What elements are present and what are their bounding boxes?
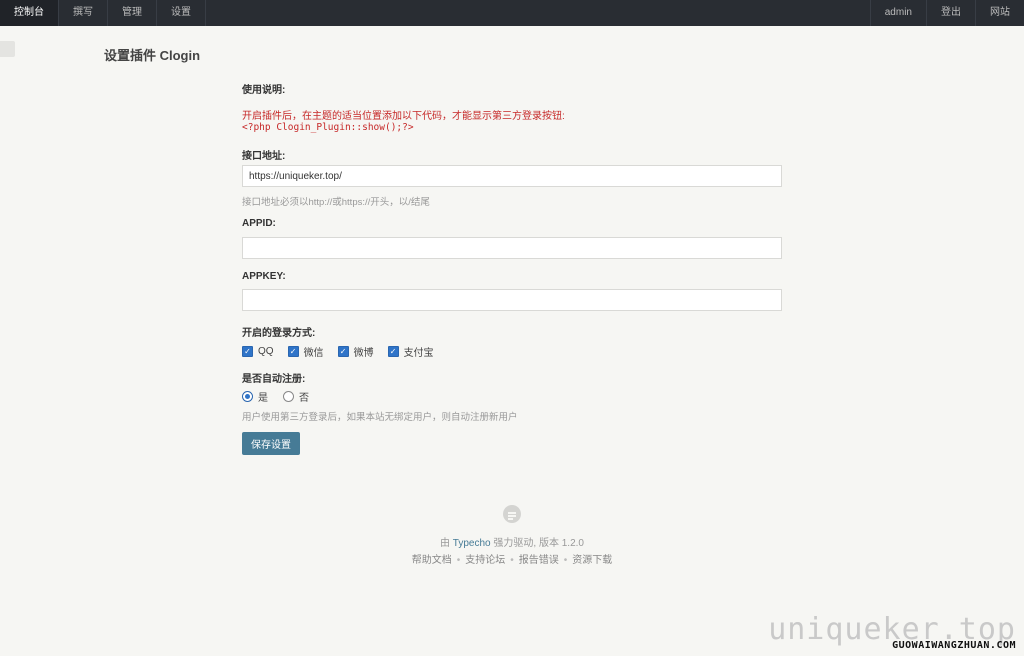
- usage-label: 使用说明:: [242, 85, 286, 96]
- watermark-subtext: GUOWAIWANGZHUAN.COM: [892, 640, 1016, 651]
- page-title: 设置插件 Clogin: [104, 48, 201, 63]
- nav-left: 控制台 撰写 管理 设置: [0, 0, 206, 26]
- radio-label: 是: [258, 392, 268, 404]
- usage-code: <?php Clogin_Plugin::show();?>: [242, 122, 414, 133]
- footer-separator: •: [456, 555, 461, 566]
- powered-prefix: 由: [440, 538, 451, 549]
- checkbox-label: 微信: [303, 347, 324, 359]
- auto-register-label: 是否自动注册:: [242, 374, 306, 385]
- auto-register-group: 是 否: [242, 389, 324, 404]
- nav-logout[interactable]: 登出: [926, 0, 975, 26]
- usage-description: 开启插件后，在主题的适当位置添加以下代码，才能显示第三方登录按钮:: [242, 111, 565, 122]
- footer-link-docs[interactable]: 帮助文档: [412, 555, 452, 566]
- nav-user-admin[interactable]: admin: [869, 0, 926, 26]
- nav-write[interactable]: 撰写: [59, 0, 108, 26]
- api-url-hint: 接口地址必须以http://或https://开头，以/结尾: [242, 197, 430, 208]
- nav-dashboard[interactable]: 控制台: [0, 0, 59, 26]
- footer-link-download[interactable]: 资源下载: [572, 555, 612, 566]
- footer-separator: •: [510, 555, 514, 566]
- nav-right: admin 登出 网站: [869, 0, 1024, 26]
- checkbox-checked-icon: ✓: [287, 345, 299, 357]
- radio-yes[interactable]: 是: [242, 389, 268, 404]
- footer-link-forum[interactable]: 支持论坛: [465, 555, 505, 566]
- nav-settings[interactable]: 设置: [157, 0, 206, 26]
- footer-powered-by: 由 Typecho 强力驱动, 版本 1.2.0: [0, 534, 1024, 549]
- top-nav-bar: 控制台 撰写 管理 设置 admin 登出 网站: [0, 0, 1024, 26]
- checkbox-checked-icon: ✓: [242, 345, 253, 357]
- checkbox-qq[interactable]: ✓ QQ: [242, 345, 274, 357]
- checkbox-weibo[interactable]: ✓ 微博: [337, 344, 374, 359]
- nav-manage[interactable]: 管理: [108, 0, 157, 26]
- login-methods-label: 开启的登录方式:: [242, 328, 316, 339]
- typecho-link[interactable]: Typecho: [453, 538, 491, 549]
- nav-website[interactable]: 网站: [975, 0, 1024, 26]
- checkbox-checked-icon: ✓: [387, 345, 399, 357]
- appkey-input[interactable]: [242, 289, 782, 311]
- footer-links: 帮助文档 • 支持论坛 • 报告错误 • 资源下载: [0, 551, 1024, 566]
- appid-label: APPID:: [242, 218, 276, 229]
- auto-register-hint: 用户使用第三方登录后，如果本站无绑定用户，则自动注册新用户: [242, 412, 518, 423]
- footer-link-report[interactable]: 报告错误: [519, 555, 559, 566]
- save-settings-button[interactable]: 保存设置: [242, 432, 300, 455]
- radio-label: 否: [299, 392, 309, 404]
- typecho-logo-icon: [503, 505, 521, 523]
- radio-unselected-icon: [283, 390, 294, 402]
- radio-no[interactable]: 否: [283, 389, 309, 404]
- footer-separator: •: [563, 555, 568, 566]
- checkbox-label: 微博: [353, 347, 374, 359]
- checkbox-wechat[interactable]: ✓ 微信: [287, 344, 324, 359]
- checkbox-label: QQ: [258, 345, 274, 357]
- powered-suffix: 强力驱动, 版本 1.2.0: [493, 538, 584, 549]
- sidebar-toggle-handle[interactable]: [0, 41, 15, 57]
- appkey-label: APPKEY:: [242, 271, 286, 282]
- checkbox-alipay[interactable]: ✓ 支付宝: [387, 344, 434, 359]
- login-methods-group: ✓ QQ ✓ 微信 ✓ 微博 ✓ 支付宝: [242, 344, 448, 359]
- checkbox-checked-icon: ✓: [337, 345, 349, 357]
- api-url-label: 接口地址:: [242, 151, 286, 162]
- checkbox-label: 支付宝: [403, 347, 434, 359]
- radio-selected-icon: [242, 390, 253, 402]
- appid-input[interactable]: [242, 237, 782, 259]
- api-url-input[interactable]: [242, 165, 782, 187]
